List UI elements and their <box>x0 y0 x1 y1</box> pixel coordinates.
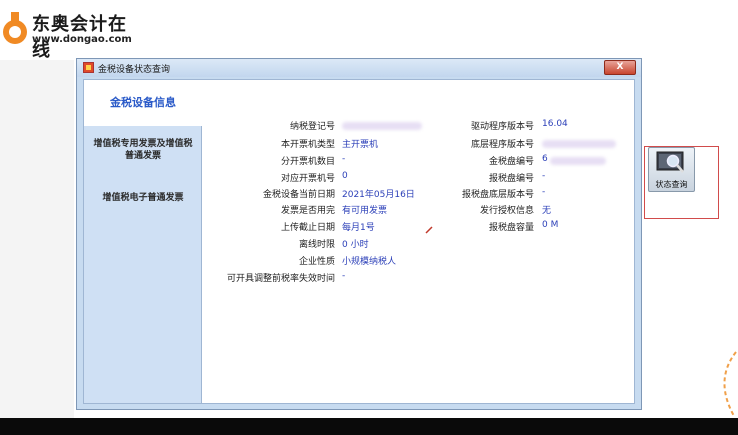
device-status-window: 金税设备状态查询 X 金税设备信息 增值税专用发票及增值税普通发票 增值税电子普… <box>76 58 642 410</box>
status-query-label: 状态查询 <box>655 180 688 189</box>
logo-url: www.dongao.com <box>32 34 132 45</box>
redacted-value <box>542 140 616 148</box>
field-firmware-version-label: 底层程序版本号 <box>470 140 534 150</box>
side-tabs: 增值税专用发票及增值税普通发票 增值税电子普通发票 <box>84 126 202 403</box>
field-upload-deadline-label: 上传截止日期 <box>280 223 335 233</box>
field-report-disk-version-value: - <box>542 187 546 197</box>
tab-special-invoice[interactable]: 增值税专用发票及增值税普通发票 <box>90 138 196 162</box>
field-authorization-label: 发行授权信息 <box>479 206 534 216</box>
field-device-date-value: 2021年05月16日 <box>342 190 415 200</box>
field-report-disk-capacity-label: 报税盘容量 <box>488 223 534 233</box>
field-upload-deadline-value: 每月1号 <box>342 223 375 233</box>
content-area: 金税设备信息 增值税专用发票及增值税普通发票 增值税电子普通发票 纳税登记号 本… <box>83 79 635 404</box>
field-machine-type-value: 主开票机 <box>342 140 379 150</box>
field-tax-disk-number-label: 金税盘编号 <box>488 157 534 167</box>
field-machine-type-label: 本开票机类型 <box>280 140 335 150</box>
bottom-bar <box>0 418 738 435</box>
field-rate-expiry-value: - <box>342 271 346 281</box>
field-invoice-used-value: 有可用发票 <box>342 206 388 216</box>
field-driver-version-value: 16.04 <box>542 119 568 129</box>
field-authorization-value: 无 <box>542 206 552 216</box>
field-driver-version-label: 驱动程序版本号 <box>470 122 534 132</box>
field-offline-limit-label: 离线时限 <box>298 240 335 250</box>
dongao-logo-icon <box>3 12 27 44</box>
logo: 东奥会计在线 www.dongao.com <box>0 4 140 61</box>
field-company-type-label: 企业性质 <box>298 257 335 267</box>
status-query-button[interactable]: 状态查询 <box>648 147 695 192</box>
field-report-disk-version-label: 报税盘底层版本号 <box>461 190 534 200</box>
pencil-cursor-icon <box>425 226 433 234</box>
field-tax-disk-number-value: 6 <box>542 154 548 164</box>
field-offline-limit-value: 0 小时 <box>342 240 369 250</box>
redacted-value <box>342 122 422 130</box>
title-bar[interactable]: 金税设备状态查询 X <box>77 59 641 77</box>
field-company-type-value: 小规模纳税人 <box>342 257 397 267</box>
close-button[interactable]: X <box>604 60 636 75</box>
field-sub-machine-count-value: - <box>342 154 346 164</box>
tab-device-info[interactable]: 金税设备信息 <box>84 80 201 126</box>
field-machine-number-label: 对应开票机号 <box>280 174 335 184</box>
field-report-disk-capacity-value: 0 M <box>542 220 559 230</box>
field-sub-machine-count-label: 分开票机数目 <box>280 157 335 167</box>
window-title: 金税设备状态查询 <box>98 65 171 75</box>
app-icon <box>83 62 94 73</box>
field-rate-expiry-label: 可开具调整前税率失效时间 <box>226 274 335 284</box>
background-panel <box>0 60 74 418</box>
field-device-date-label: 金税设备当前日期 <box>262 190 335 200</box>
magnifier-screen-icon <box>656 151 684 173</box>
tab-electronic-invoice[interactable]: 增值税电子普通发票 <box>90 190 196 203</box>
redacted-value <box>550 157 606 165</box>
field-report-disk-number-label: 报税盘编号 <box>488 174 534 184</box>
field-tax-id-label: 纳税登记号 <box>289 122 335 132</box>
field-report-disk-number-value: - <box>542 171 546 181</box>
tab-device-info-label: 金税设备信息 <box>110 96 176 109</box>
field-machine-number-value: 0 <box>342 171 348 181</box>
field-invoice-used-label: 发票是否用完 <box>280 206 335 216</box>
decorative-arc <box>723 351 737 417</box>
